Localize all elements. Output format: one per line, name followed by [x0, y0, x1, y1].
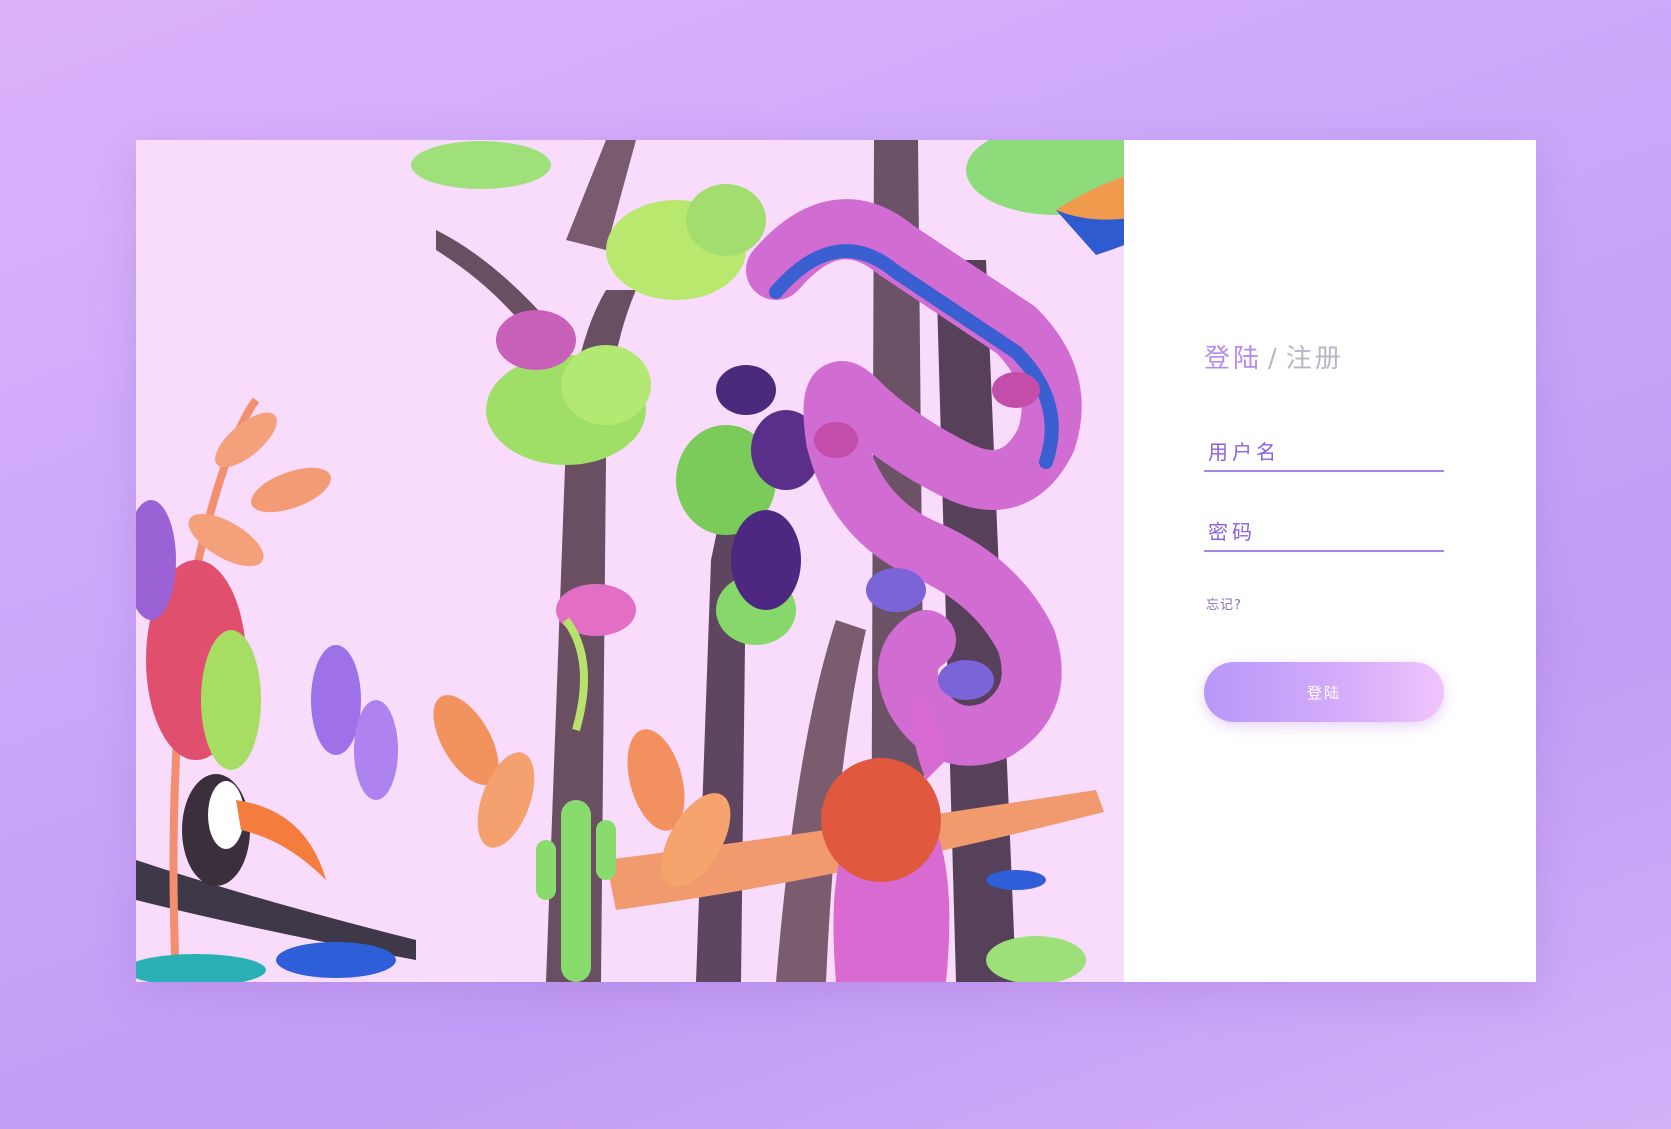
tab-register[interactable]: 注册: [1286, 344, 1344, 374]
tab-separator: /: [1268, 344, 1280, 374]
username-input[interactable]: [1204, 434, 1444, 472]
login-panel: 登陆/注册 忘记? 登陆: [1124, 140, 1536, 982]
login-card: 登陆/注册 忘记? 登陆: [136, 140, 1536, 982]
forgot-password-link[interactable]: 忘记?: [1206, 594, 1242, 613]
auth-tabs: 登陆 / 注册: [1204, 338, 1344, 375]
jungle-illustration: [136, 140, 1124, 982]
login-button[interactable]: 登陆: [1204, 662, 1444, 722]
password-input[interactable]: [1204, 514, 1444, 552]
tab-login[interactable]: 登陆: [1204, 344, 1262, 374]
